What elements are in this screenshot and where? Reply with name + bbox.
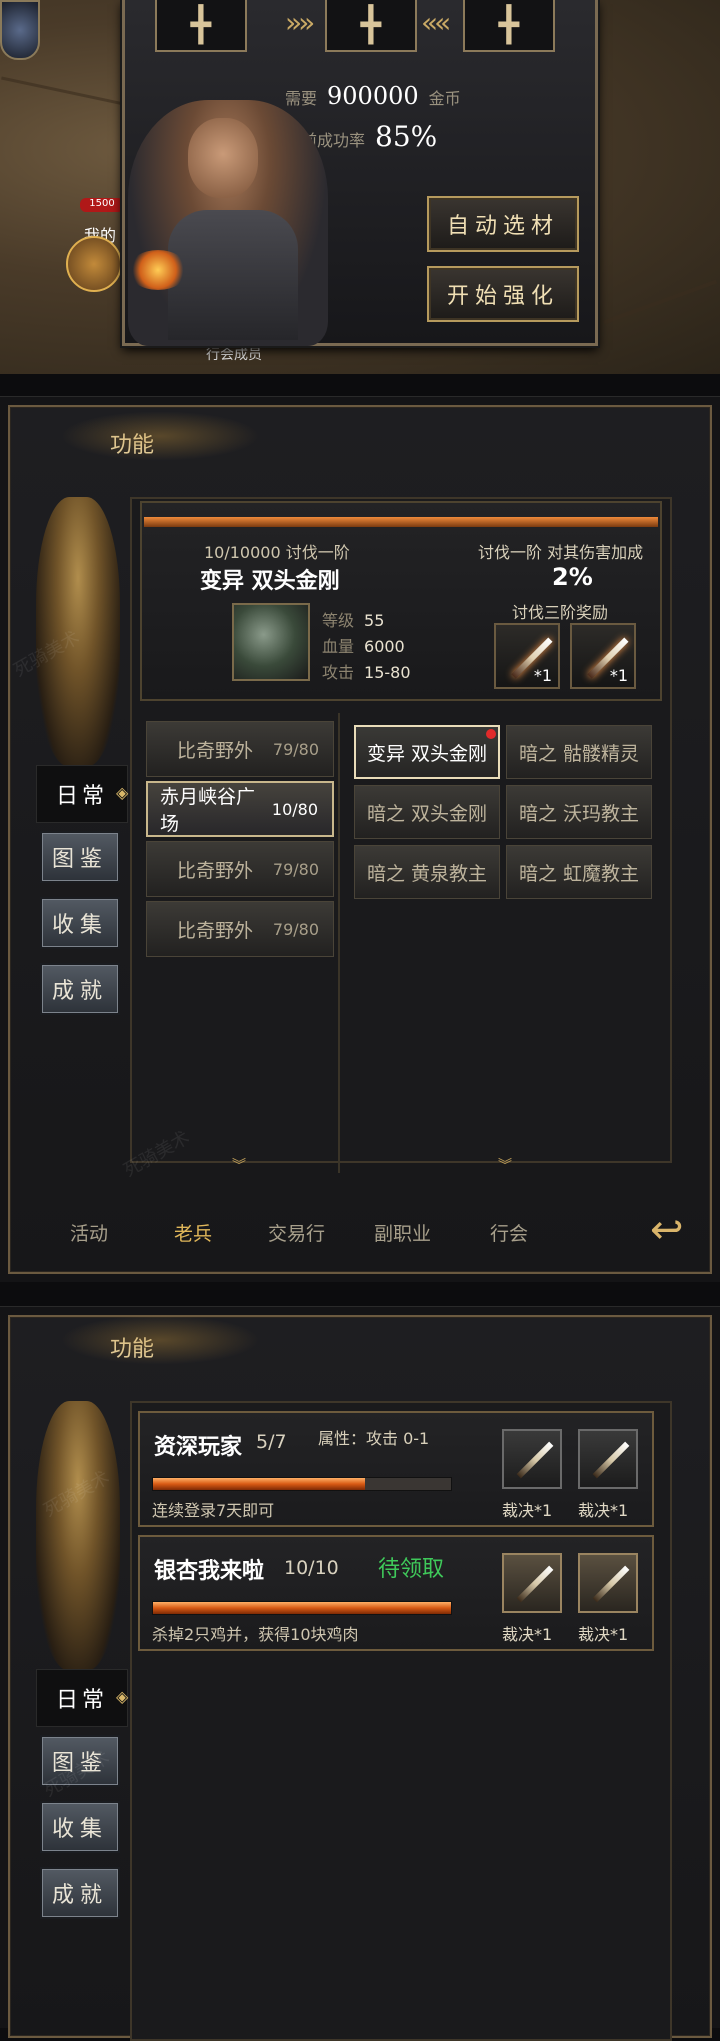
quest-description: 杀掉2只鸡并，获得10块鸡肉 (152, 1625, 359, 1644)
quest-progress-bar (152, 1477, 452, 1491)
quest-progress: 5/7 (256, 1431, 287, 1453)
cost-row: 需要 900000 金币 (285, 82, 585, 110)
reward-label: 裁决*1 (502, 1501, 553, 1520)
scroll-down-icon[interactable]: ︾ (498, 1155, 512, 1175)
reward-label: 裁决*1 (578, 1501, 629, 1520)
blacksmith-npc-image (128, 100, 328, 346)
sidebar-item-daily[interactable]: 日常 (36, 765, 128, 823)
boss-item[interactable]: 暗之 双头金刚 (354, 785, 500, 839)
function-panel-daily-quests: 功能 日常 ◈ 图鉴 收集 成就 资深玩家 5/7 属性：攻击 0-1 连续登录… (0, 1306, 720, 2041)
active-indicator-icon: ◈ (116, 783, 129, 802)
boss-item-selected[interactable]: 变异 双头金刚 (354, 725, 500, 779)
tab-veteran[interactable]: 老兵 (174, 1219, 212, 1246)
boss-stat-level: 等级 55 (322, 611, 385, 630)
quest-title: 银杏我来啦 (154, 1559, 265, 1584)
arrow-right-icon: »» (285, 6, 315, 39)
tab-sub-profession[interactable]: 副职业 (374, 1219, 431, 1246)
reward-label: 裁决*1 (502, 1625, 553, 1644)
title-glow (60, 411, 260, 461)
hp-badge: 1500 (80, 198, 124, 212)
tab-guild[interactable]: 行会 (490, 1219, 528, 1246)
sidebar-item-collect[interactable]: 收集 (40, 897, 120, 949)
cost-unit: 金币 (428, 89, 461, 108)
material-slot-left[interactable]: ╋ (155, 0, 247, 52)
rate-value: 85% (375, 120, 438, 153)
map-item[interactable]: 比奇野外 79/80 (146, 901, 334, 957)
dragon-ornament-icon (36, 1401, 120, 1671)
tab-trade[interactable]: 交易行 (268, 1219, 325, 1246)
back-icon[interactable]: ↩ (650, 1207, 684, 1253)
cost-label: 需要 (285, 89, 318, 108)
sword-icon (592, 1441, 630, 1479)
dragon-ornament-icon (36, 497, 120, 767)
guild-member-label: 行会成员 (206, 347, 262, 363)
quest-title: 资深玩家 (154, 1435, 243, 1460)
rate-row: 当前成功率 85% (285, 120, 585, 153)
quest-progress-bar (152, 1601, 452, 1615)
sidebar-item-collect[interactable]: 收集 (40, 1801, 120, 1853)
reward-slot-1[interactable]: *1 (494, 623, 560, 689)
boss-stat-hp: 血量 6000 (322, 637, 405, 656)
sidebar-item-achievement[interactable]: 成就 (40, 963, 120, 1015)
function-panel-daily-boss: 功能 日常 ◈ 图鉴 收集 成就 10/10000 讨伐一阶 变异 双头金刚 等… (0, 396, 720, 1282)
reward-slot[interactable] (578, 1429, 638, 1489)
boss-item[interactable]: 暗之 虹魔教主 (506, 845, 652, 899)
damage-bonus-label: 讨伐一阶 对其伤害加成 (478, 543, 644, 562)
sidebar-item-achievement[interactable]: 成就 (40, 1867, 120, 1919)
reward-slot[interactable] (502, 1429, 562, 1489)
sidebar-item-codex[interactable]: 图鉴 (40, 831, 120, 883)
claim-status[interactable]: 待领取 (378, 1551, 444, 1583)
character-portrait[interactable] (66, 236, 122, 292)
sword-icon (516, 1441, 554, 1479)
boss-item[interactable]: 暗之 黄泉教主 (354, 845, 500, 899)
quest-card: 资深玩家 5/7 属性：攻击 0-1 连续登录7天即可 裁决*1 裁决*1 (138, 1411, 654, 1527)
sword-icon (592, 1565, 630, 1603)
map-item[interactable]: 比奇野外 79/80 (146, 721, 334, 777)
bottom-tab-bar: 活动 老兵 交易行 副职业 行会 ↩ (40, 1205, 684, 1261)
boss-portrait[interactable] (232, 603, 310, 681)
boss-name: 变异 双头金刚 (200, 569, 340, 594)
player-avatar[interactable] (0, 0, 40, 60)
reward-slot[interactable] (578, 1553, 638, 1613)
reward-label: 裁决*1 (578, 1625, 629, 1644)
forge-scene: 1500 我的 行会成员 ╋ »» ╋ «« ╋ 需要 900000 金币 当前… (0, 0, 720, 374)
start-enhance-button[interactable]: 开始强化 (427, 266, 579, 322)
reward-slot-2[interactable]: *1 (570, 623, 636, 689)
notification-dot-icon (486, 729, 496, 739)
quest-card: 银杏我来啦 10/10 待领取 杀掉2只鸡并，获得10块鸡肉 裁决*1 裁决*1 (138, 1535, 654, 1651)
title-glow (60, 1315, 260, 1365)
boss-stat-attack: 攻击 15-80 (322, 663, 411, 682)
boss-progress: 10/10000 讨伐一阶 (204, 543, 350, 562)
boss-card: 10/10000 讨伐一阶 变异 双头金刚 等级 55 血量 6000 攻击 15-8… (140, 501, 662, 701)
material-slot-right[interactable]: ╋ (463, 0, 555, 52)
arrow-left-icon: «« (421, 6, 451, 39)
reward-label: 讨伐三阶奖励 (512, 603, 609, 622)
reward-slot[interactable] (502, 1553, 562, 1613)
boss-item[interactable]: 暗之 骷髅精灵 (506, 725, 652, 779)
sword-icon (516, 1565, 554, 1603)
auto-select-button[interactable]: 自动选材 (427, 196, 579, 252)
quest-attribute: 属性：攻击 0-1 (318, 1429, 430, 1448)
cost-value: 900000 (327, 82, 419, 110)
tab-activity[interactable]: 活动 (70, 1219, 108, 1246)
boss-item[interactable]: 暗之 沃玛教主 (506, 785, 652, 839)
quest-progress: 10/10 (284, 1557, 339, 1579)
quest-description: 连续登录7天即可 (152, 1501, 275, 1520)
material-slot-center[interactable]: ╋ (325, 0, 417, 52)
map-list: 比奇野外 79/80 赤月峡谷广场 10/80 比奇野外 79/80 比奇野外 79/8… (140, 713, 340, 1173)
map-item-selected[interactable]: 赤月峡谷广场 10/80 (146, 781, 334, 837)
scroll-down-icon[interactable]: ︾ (232, 1155, 246, 1175)
map-item[interactable]: 比奇野外 79/80 (146, 841, 334, 897)
active-indicator-icon: ◈ (116, 1687, 129, 1706)
damage-bonus-value: 2% (552, 563, 593, 591)
sidebar-item-daily[interactable]: 日常 (36, 1669, 128, 1727)
